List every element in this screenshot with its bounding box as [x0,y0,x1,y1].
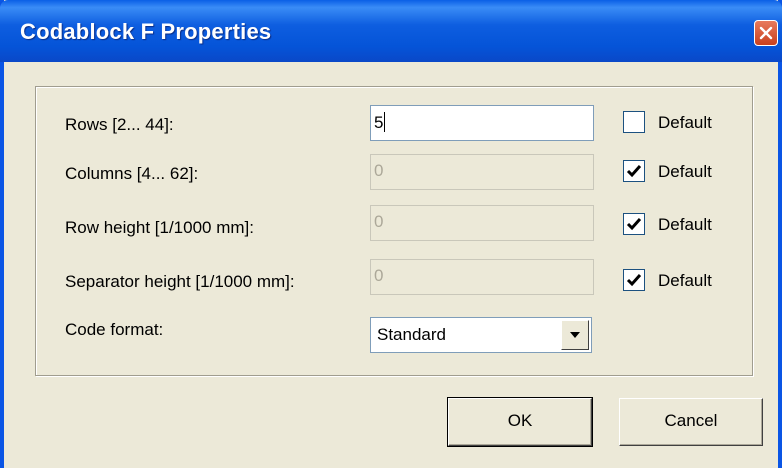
cancel-button[interactable]: Cancel [619,398,763,446]
row-height-input[interactable]: 0 [370,205,594,241]
columns-default-checkbox[interactable] [623,160,645,182]
title-bar[interactable]: Codablock F Properties [0,0,782,62]
rows-value: 5 [374,113,384,132]
separator-height-value: 0 [374,266,384,285]
separator-height-label: Separator height [1/1000 mm]: [65,272,295,291]
code-format-label: Code format: [65,320,164,339]
code-format-value: Standard [377,325,446,344]
row-height-value: 0 [374,212,384,231]
checkmark-icon [626,218,642,231]
rows-default-checkbox[interactable] [623,111,645,133]
columns-input[interactable]: 0 [370,154,594,190]
columns-default-label: Default [658,162,712,181]
checkmark-icon [626,274,642,287]
window-title: Codablock F Properties [20,19,272,44]
rows-label: Rows [2... 44]: [65,115,174,134]
code-format-select[interactable]: Standard [370,317,592,353]
row-height-default-label: Default [658,215,712,234]
ok-button[interactable]: OK [447,397,593,447]
separator-height-default-label: Default [658,271,712,290]
separator-height-input[interactable]: 0 [370,259,594,295]
chevron-down-icon [570,332,580,338]
separator-height-default-checkbox[interactable] [623,269,645,291]
row-height-default-checkbox[interactable] [623,213,645,235]
close-icon [759,26,773,40]
row-height-label: Row height [1/1000 mm]: [65,218,254,237]
dropdown-button[interactable] [561,320,589,350]
columns-label: Columns [4... 62]: [65,164,199,183]
columns-value: 0 [374,161,384,180]
properties-dialog: Codablock F Properties Rows [2... 44]: 5… [0,0,782,468]
close-button[interactable] [754,20,778,46]
checkmark-icon [626,165,642,178]
rows-default-label: Default [658,113,712,132]
rows-input[interactable]: 5 [370,105,594,141]
